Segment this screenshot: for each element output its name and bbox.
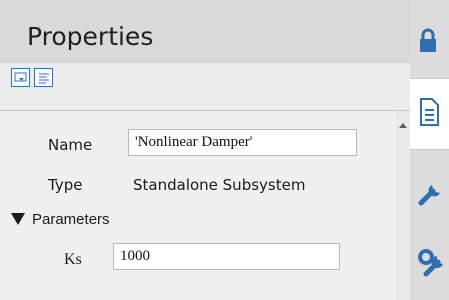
document-icon	[420, 98, 439, 126]
list-view-button[interactable]	[34, 68, 53, 87]
panel-title-bar: Properties	[0, 0, 410, 63]
panel-title: Properties	[27, 22, 154, 51]
properties-panel: Properties Name 'Nonlinear Damper' Type …	[0, 0, 410, 300]
tab-gear-wrench[interactable]	[410, 236, 449, 286]
parameters-collapse-toggle-icon[interactable]	[11, 213, 25, 225]
name-field[interactable]: 'Nonlinear Damper'	[128, 129, 357, 156]
scroll-up-arrow-icon[interactable]	[399, 123, 407, 128]
dropdown-view-button[interactable]	[11, 68, 30, 87]
list-view-icon	[39, 73, 49, 84]
tab-lock[interactable]	[410, 20, 449, 64]
type-label: Type	[48, 176, 83, 194]
lock-icon	[420, 28, 436, 52]
dropdown-view-icon	[14, 72, 27, 82]
panel-toolbar	[0, 63, 410, 111]
tab-document[interactable]	[410, 78, 449, 150]
vertical-scrollbar[interactable]	[396, 111, 410, 300]
parameters-section-label: Parameters	[32, 211, 110, 228]
wrench-icon	[418, 185, 440, 206]
name-label: Name	[48, 136, 93, 154]
ks-field[interactable]: 1000	[113, 243, 340, 270]
side-tab-strip	[410, 0, 449, 300]
gear-wrench-icon	[418, 249, 443, 277]
tab-wrench[interactable]	[410, 163, 449, 213]
ks-label: Ks	[64, 251, 82, 268]
type-value: Standalone Subsystem	[133, 176, 306, 194]
